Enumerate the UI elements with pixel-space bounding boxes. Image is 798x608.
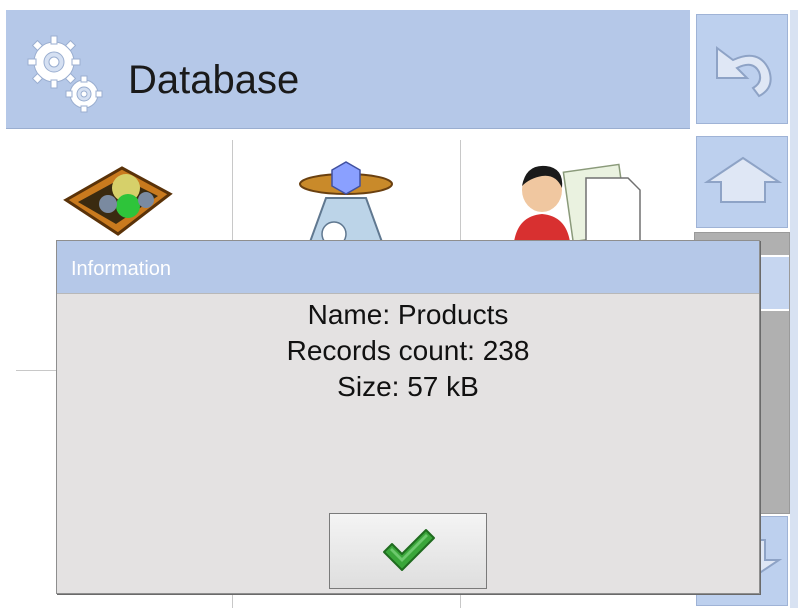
info-records-line: Records count: 238 <box>286 335 530 366</box>
checkmark-icon <box>383 529 435 571</box>
side-strip <box>790 10 798 608</box>
undo-arrow-icon <box>716 46 772 98</box>
information-dialog: Information Name: Products Records count… <box>56 240 760 594</box>
scroll-up-button[interactable] <box>694 134 790 230</box>
header-bar: Database <box>6 10 690 129</box>
ok-button[interactable] <box>329 513 487 589</box>
back-button[interactable] <box>694 12 790 126</box>
scale-icon[interactable] <box>296 158 396 242</box>
gears-icon <box>27 35 103 113</box>
operator-document-icon[interactable] <box>508 160 648 242</box>
page-title: Database <box>128 58 300 102</box>
arrow-up-icon <box>703 156 783 203</box>
products-box-icon[interactable] <box>62 160 174 240</box>
dialog-title-bar: Information <box>57 241 759 294</box>
info-name-line: Name: Products <box>307 299 509 330</box>
dialog-body: Name: Products Records count: 238 Size: … <box>57 297 759 405</box>
dialog-title: Information <box>71 258 172 280</box>
row-divider <box>16 370 56 371</box>
info-size-line: Size: 57 kB <box>337 371 479 402</box>
